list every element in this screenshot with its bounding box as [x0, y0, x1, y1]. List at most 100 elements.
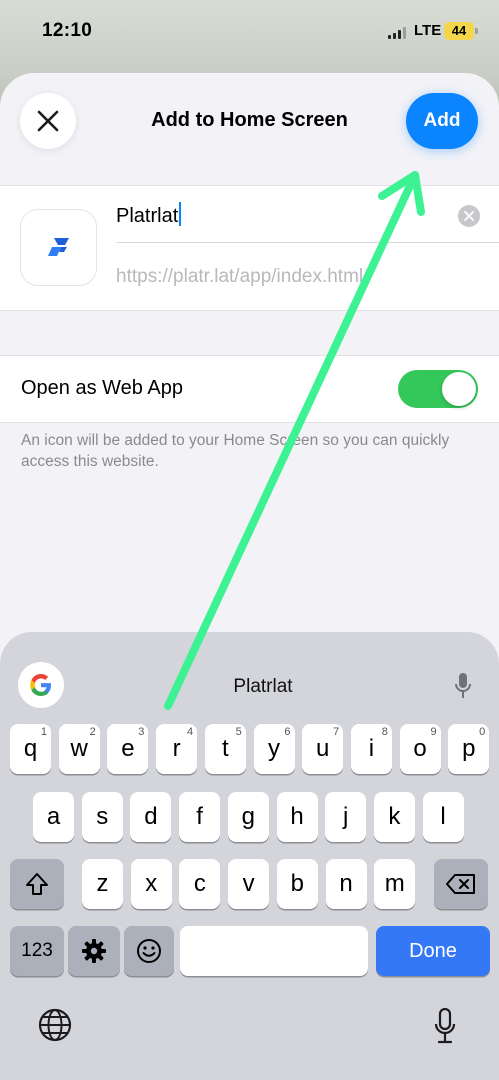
app-name-input[interactable]: Platrlat	[116, 202, 446, 232]
key-hint: 3	[138, 726, 145, 738]
key-z[interactable]: z	[82, 859, 123, 909]
key-d[interactable]: d	[130, 792, 172, 842]
key-s[interactable]: s	[81, 792, 123, 842]
key-f[interactable]: f	[179, 792, 221, 842]
key-hint: 9	[430, 726, 437, 738]
key-label: h	[290, 803, 304, 830]
add-button[interactable]: Add	[406, 93, 478, 149]
key-label: u	[316, 735, 330, 762]
field-divider	[116, 242, 499, 243]
key-label: n	[339, 870, 353, 897]
voice-input-icon[interactable]	[453, 672, 473, 700]
suggestion-word[interactable]: Platrlat	[0, 676, 499, 698]
settings-key[interactable]	[68, 926, 120, 976]
key-label: c	[193, 870, 206, 897]
key-o[interactable]: o9	[399, 724, 441, 774]
key-g[interactable]: g	[227, 792, 269, 842]
key-m[interactable]: m	[374, 859, 416, 909]
key-label: m	[384, 870, 405, 897]
key-c[interactable]: c	[179, 859, 221, 909]
text-caret	[179, 202, 182, 226]
space-key[interactable]	[180, 926, 368, 976]
key-label: y	[268, 735, 280, 762]
web-app-label: Open as Web App	[21, 377, 183, 399]
key-hint: 6	[284, 726, 291, 738]
key-hint: 5	[235, 726, 242, 738]
key-label: e	[121, 735, 135, 762]
key-label: i	[368, 735, 375, 762]
key-label: l	[440, 803, 446, 830]
numbers-key[interactable]: 123	[10, 926, 64, 976]
key-hint: 7	[333, 726, 340, 738]
emoji-key[interactable]	[124, 926, 174, 976]
key-k[interactable]: k	[373, 792, 415, 842]
key-b[interactable]: b	[276, 859, 318, 909]
key-label: z	[96, 870, 109, 897]
key-t[interactable]: t5	[204, 724, 246, 774]
key-v[interactable]: v	[228, 859, 270, 909]
key-hint: 8	[381, 726, 388, 738]
helper-text: An icon will be added to your Home Scree…	[21, 432, 450, 470]
key-hint: 4	[186, 726, 194, 738]
key-h[interactable]: h	[276, 792, 318, 842]
key-hint: 1	[40, 726, 47, 738]
key-label: x	[145, 870, 158, 897]
cellular-signal-icon	[388, 27, 408, 39]
key-hint: 2	[89, 726, 96, 738]
web-app-row: Open as Web App	[0, 355, 499, 423]
keyboard: Platrlat q1w2e3r4t5y6u7i8o9p0 asdfghjkl …	[0, 632, 499, 1080]
key-label: o	[413, 735, 427, 762]
key-a[interactable]: a	[33, 792, 74, 842]
key-i[interactable]: i8	[350, 724, 392, 774]
key-label: b	[290, 870, 304, 897]
key-q[interactable]: q1	[10, 724, 51, 774]
clear-text-button[interactable]	[458, 205, 480, 227]
key-hint: 0	[479, 726, 486, 738]
battery-level: 44	[451, 23, 467, 38]
dictation-icon[interactable]	[433, 1008, 457, 1044]
key-u[interactable]: u7	[302, 724, 344, 774]
key-j[interactable]: j	[325, 792, 367, 842]
network-type: LTE	[414, 22, 442, 39]
toggle-knob	[442, 372, 476, 406]
backspace-icon	[446, 874, 475, 894]
clear-icon	[464, 211, 474, 221]
key-label: v	[242, 870, 255, 897]
key-p[interactable]: p0	[448, 724, 490, 774]
status-bar: 12:10 LTE 44	[0, 0, 499, 62]
app-name-value: Platrlat	[116, 205, 179, 227]
key-label: g	[241, 803, 255, 830]
battery-icon: 44	[444, 22, 474, 40]
delete-key[interactable]	[434, 859, 488, 909]
battery-tip	[475, 28, 478, 34]
key-label: a	[46, 803, 61, 830]
key-label: t	[221, 735, 229, 762]
key-n[interactable]: n	[325, 859, 367, 909]
platrlat-logo-icon	[48, 238, 69, 256]
gear-icon	[82, 939, 106, 963]
key-label: w	[70, 735, 88, 762]
key-label: f	[196, 803, 203, 830]
key-label: s	[96, 803, 109, 830]
shift-icon	[26, 873, 48, 895]
key-label: r	[172, 735, 181, 762]
shift-key[interactable]	[10, 859, 64, 909]
globe-icon[interactable]	[38, 1008, 72, 1042]
key-w[interactable]: w2	[58, 724, 100, 774]
app-details-card: Platrlat https://platr.lat/app/index.htm…	[0, 185, 499, 311]
done-key[interactable]: Done	[376, 926, 490, 976]
key-label: q	[23, 735, 38, 762]
key-r[interactable]: r4	[156, 724, 198, 774]
emoji-icon	[137, 939, 161, 963]
key-label: p	[462, 735, 476, 762]
key-x[interactable]: x	[130, 859, 172, 909]
key-label: j	[343, 803, 349, 830]
key-y[interactable]: y6	[253, 724, 295, 774]
status-time: 12:10	[42, 20, 93, 41]
key-e[interactable]: e3	[107, 724, 149, 774]
suggestion-bar: Platrlat	[0, 632, 499, 708]
sheet-header: Add to Home Screen Add	[0, 73, 499, 185]
key-l[interactable]: l	[422, 792, 464, 842]
app-icon	[20, 209, 97, 286]
web-app-toggle[interactable]	[398, 370, 478, 408]
